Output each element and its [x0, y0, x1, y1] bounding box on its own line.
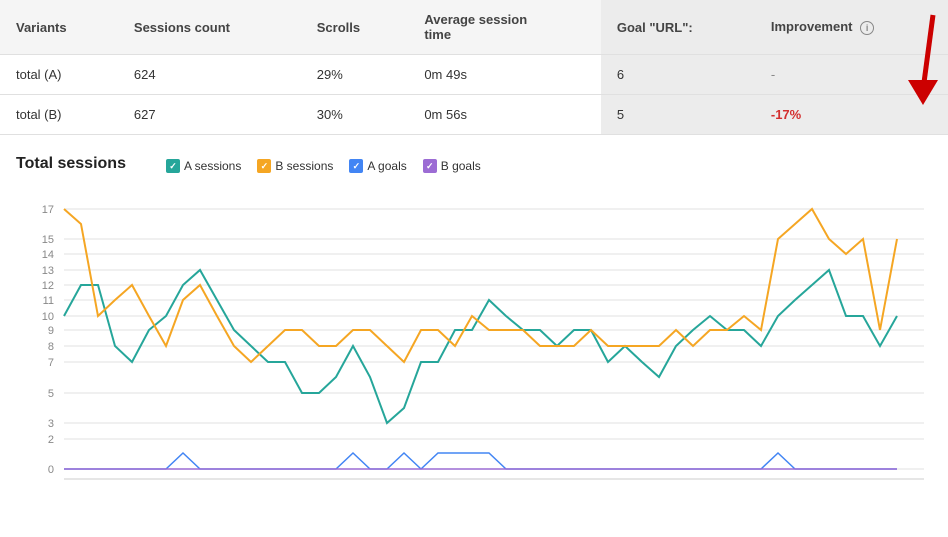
cell-variant-a: total (A)	[0, 55, 118, 95]
legend-check-a-goals: ✓	[349, 159, 363, 173]
cell-goal-b: 5	[601, 95, 755, 135]
y-label-5: 5	[48, 388, 54, 400]
cell-goal-a: 6	[601, 55, 755, 95]
legend-check-a-sessions: ✓	[166, 159, 180, 173]
legend-label-b-goals: B goals	[441, 159, 481, 173]
y-label-13: 13	[42, 265, 54, 277]
legend-b-goals: ✓ B goals	[423, 159, 481, 173]
cell-variant-b: total (B)	[0, 95, 118, 135]
y-label-2: 2	[48, 434, 54, 446]
legend-a-sessions: ✓ A sessions	[166, 159, 241, 173]
cell-sessions-b: 627	[118, 95, 301, 135]
cell-sessions-a: 624	[118, 55, 301, 95]
cell-avg-time-a: 0m 49s	[408, 55, 601, 95]
improvement-info-icon[interactable]: i	[860, 21, 874, 35]
col-header-avg-time: Average sessiontime	[408, 0, 601, 55]
legend-check-b-sessions: ✓	[257, 159, 271, 173]
data-table: Variants Sessions count Scrolls Average …	[0, 0, 948, 135]
col-header-goal: Goal "URL":	[601, 0, 755, 55]
chart-wrapper: .grid-line { stroke: #e0e0e0; stroke-wid…	[16, 189, 932, 492]
col-header-variants: Variants	[0, 0, 118, 55]
cell-avg-time-b: 0m 56s	[408, 95, 601, 135]
y-label-12: 12	[42, 280, 54, 292]
improvement-value-b: -17%	[771, 107, 801, 122]
cell-improvement-b: -17%	[755, 95, 948, 135]
chart-title: Total sessions	[16, 155, 126, 173]
y-label-11: 11	[43, 295, 54, 307]
table-row: total (A) 624 29% 0m 49s 6 -	[0, 55, 948, 95]
line-chart: .grid-line { stroke: #e0e0e0; stroke-wid…	[16, 189, 932, 489]
y-label-14: 14	[42, 249, 54, 261]
legend-label-a-goals: A goals	[367, 159, 406, 173]
y-label-7: 7	[48, 357, 54, 369]
improvement-value-a: -	[771, 67, 775, 82]
y-label-9: 9	[48, 325, 54, 337]
legend-check-b-goals: ✓	[423, 159, 437, 173]
y-label-8: 8	[48, 341, 54, 353]
a-goals-line	[64, 453, 897, 469]
legend-label-a-sessions: A sessions	[184, 159, 241, 173]
y-label-0: 0	[48, 464, 54, 476]
cell-improvement-a: -	[755, 55, 948, 95]
table-row: total (B) 627 30% 0m 56s 5 -17%	[0, 95, 948, 135]
y-label-17: 17	[42, 204, 54, 216]
cell-scrolls-a: 29%	[301, 55, 409, 95]
col-header-improvement: Improvement i	[755, 0, 948, 55]
legend-a-goals: ✓ A goals	[349, 159, 406, 173]
cell-scrolls-b: 30%	[301, 95, 409, 135]
legend-b-sessions: ✓ B sessions	[257, 159, 333, 173]
col-header-sessions: Sessions count	[118, 0, 301, 55]
legend-label-b-sessions: B sessions	[275, 159, 333, 173]
y-label-15: 15	[42, 234, 54, 246]
col-header-scrolls: Scrolls	[301, 0, 409, 55]
y-label-3: 3	[48, 418, 54, 430]
chart-section: Total sessions ✓ A sessions ✓ B sessions…	[0, 135, 948, 502]
y-label-10: 10	[42, 311, 54, 323]
chart-legend: ✓ A sessions ✓ B sessions ✓ A goals ✓ B …	[166, 159, 481, 173]
